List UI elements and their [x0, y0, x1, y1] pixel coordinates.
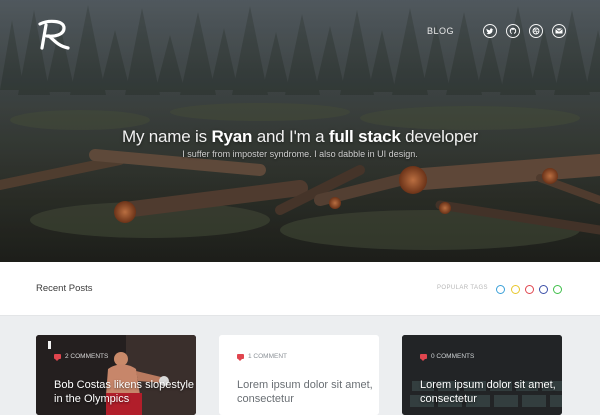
- post-comments-meta[interactable]: 1 COMMENT: [237, 353, 287, 361]
- post-title[interactable]: Lorem ipsum dolor sit amet, consectetur: [237, 378, 377, 406]
- header-nav: BLOG: [427, 24, 566, 38]
- site-logo[interactable]: [34, 18, 74, 52]
- twitter-icon[interactable]: [483, 24, 497, 38]
- headline-name: Ryan: [211, 127, 253, 146]
- tag-circle-red[interactable]: [525, 285, 534, 294]
- post-title[interactable]: Bob Costas likens slopestyle in the Olym…: [54, 378, 194, 406]
- nav-blog-link[interactable]: BLOG: [427, 26, 454, 36]
- post-comments-count: 0 COMMENTS: [431, 353, 475, 360]
- email-icon[interactable]: [552, 24, 566, 38]
- github-icon[interactable]: [506, 24, 520, 38]
- post-title[interactable]: Lorem ipsum dolor sit amet, consectetur: [420, 378, 560, 406]
- hero-headline: My name is Ryan and I'm a full stack dev…: [0, 127, 600, 147]
- dribbble-icon[interactable]: [529, 24, 543, 38]
- comment-bubble-icon: [54, 354, 61, 361]
- post-comments-meta[interactable]: 0 COMMENTS: [420, 353, 475, 361]
- tag-circle-yellow[interactable]: [511, 285, 520, 294]
- hero-subheading: I suffer from imposter syndrome. I also …: [182, 149, 418, 159]
- post-card[interactable]: 1 COMMENT Lorem ipsum dolor sit amet, co…: [219, 335, 379, 415]
- post-comments-count: 2 COMMENTS: [65, 353, 109, 360]
- tag-circle-navy[interactable]: [539, 285, 548, 294]
- tag-circle-blue[interactable]: [496, 285, 505, 294]
- comment-bubble-icon: [237, 354, 244, 361]
- headline-text-2: and I'm a: [252, 127, 329, 146]
- recent-posts-bar: Recent Posts POPULAR TAGS: [0, 262, 600, 316]
- recent-posts-title: Recent Posts: [36, 283, 93, 294]
- headline-text-1: My name is: [122, 127, 212, 146]
- comment-bubble-icon: [420, 354, 427, 361]
- post-card[interactable]: 2 COMMENTS Bob Costas likens slopestyle …: [36, 335, 196, 415]
- popular-tags-label: POPULAR TAGS: [437, 285, 488, 291]
- post-comments-meta[interactable]: 2 COMMENTS: [54, 353, 109, 361]
- tag-circle-green[interactable]: [553, 285, 562, 294]
- hero-banner: BLOG My name is Ryan and I'm a full stac…: [0, 0, 600, 262]
- headline-text-3: developer: [400, 127, 478, 146]
- headline-role: full stack: [328, 127, 401, 146]
- post-card[interactable]: 0 COMMENTS Lorem ipsum dolor sit amet, c…: [402, 335, 562, 415]
- post-comments-count: 1 COMMENT: [248, 353, 287, 360]
